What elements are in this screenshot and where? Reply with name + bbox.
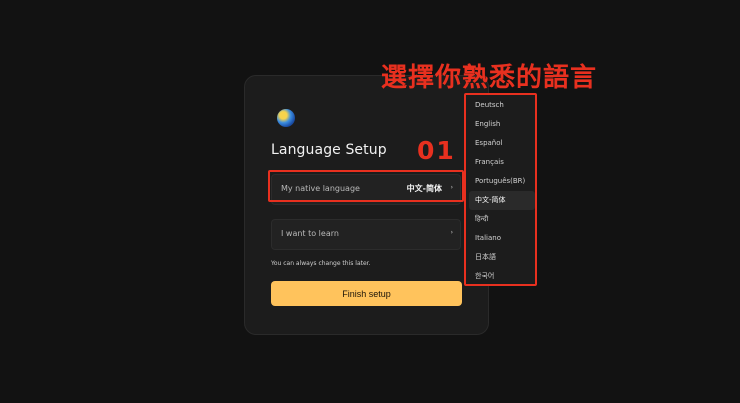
language-option[interactable]: English xyxy=(469,115,535,134)
language-option[interactable]: 日本語 xyxy=(469,248,535,267)
language-option[interactable]: Español xyxy=(469,134,535,153)
language-dropdown: Deutsch English Español Français Português(B… xyxy=(464,93,537,286)
chevron-right-icon: › xyxy=(450,229,453,236)
language-options-list: Deutsch English Español Français Português(B… xyxy=(469,96,535,286)
learn-language-label: I want to learn xyxy=(281,229,339,238)
language-option[interactable]: Italiano xyxy=(469,229,535,248)
page-title: Language Setup xyxy=(271,142,387,158)
language-option[interactable]: हिन्दी xyxy=(469,210,535,229)
language-option[interactable]: 中文-简体 xyxy=(469,191,535,210)
language-option[interactable]: Français xyxy=(469,153,535,172)
language-setup-card: Language Setup My native language 中文-简体 … xyxy=(244,75,489,335)
language-option[interactable]: Português(BR) xyxy=(469,172,535,191)
globe-logo-icon xyxy=(277,109,295,127)
annotation-highlight-box xyxy=(268,170,464,202)
annotation-step-number: 01 xyxy=(417,136,456,165)
language-option[interactable]: Deutsch xyxy=(469,96,535,115)
finish-setup-button[interactable]: Finish setup xyxy=(271,281,462,306)
change-later-hint: You can always change this later. xyxy=(271,260,371,267)
language-option[interactable]: 한국어 xyxy=(469,267,535,286)
learn-language-select[interactable]: I want to learn › xyxy=(271,219,461,250)
annotation-heading: 選擇你熟悉的語言 xyxy=(381,63,598,93)
